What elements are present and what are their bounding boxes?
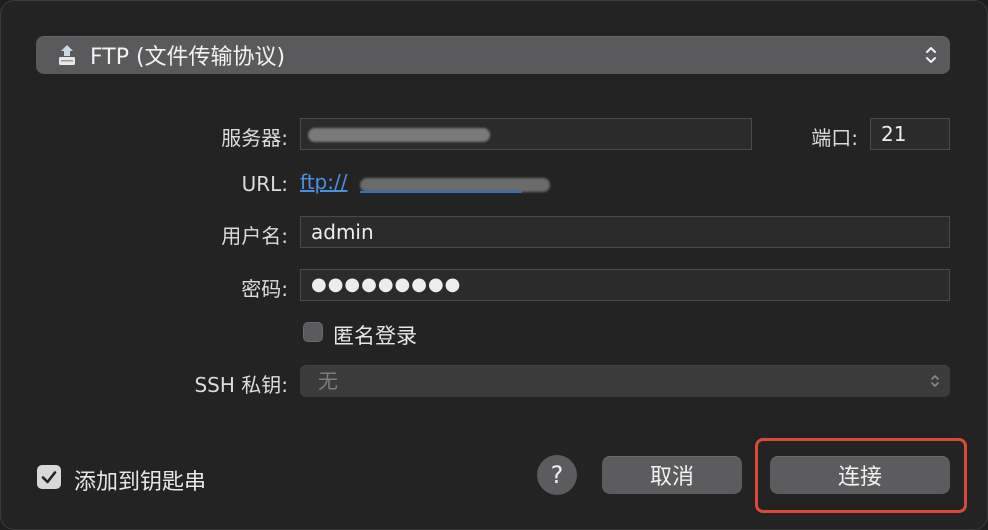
username-label: 用户名: — [221, 224, 288, 248]
server-label: 服务器: — [221, 126, 288, 150]
anonymous-label: 匿名登录 — [333, 324, 417, 348]
port-label: 端口: — [811, 126, 858, 150]
ssh-key-value: 无 — [318, 369, 338, 393]
url-underline — [360, 191, 522, 193]
up-down-chevron-icon — [922, 42, 940, 68]
keychain-checkbox[interactable] — [37, 465, 61, 489]
up-down-chevron-icon — [928, 369, 942, 393]
anonymous-checkbox[interactable] — [303, 322, 323, 342]
protocol-select[interactable]: FTP (文件传输协议) — [36, 36, 950, 74]
ftp-drive-icon — [56, 42, 78, 68]
ssh-key-label: SSH 私钥: — [194, 373, 288, 397]
password-label: 密码: — [241, 277, 288, 301]
help-button[interactable]: ? — [537, 455, 577, 495]
url-link[interactable]: ftp:// — [300, 170, 347, 194]
redacted-url — [360, 178, 550, 192]
connect-highlight-box — [755, 438, 967, 513]
url-label: URL: — [241, 172, 288, 196]
redacted-server — [308, 128, 490, 142]
protocol-label: FTP (文件传输协议) — [90, 45, 286, 70]
cancel-button[interactable]: 取消 — [602, 456, 742, 494]
checkmark-icon — [41, 471, 57, 484]
username-field[interactable]: admin — [300, 216, 950, 248]
port-field[interactable]: 21 — [870, 118, 950, 150]
ssh-key-select[interactable]: 无 — [300, 365, 950, 397]
keychain-label: 添加到钥匙串 — [74, 470, 207, 495]
password-value: ●●●●●●●●● — [311, 274, 462, 295]
password-field[interactable]: ●●●●●●●●● — [300, 269, 950, 301]
port-value: 21 — [881, 122, 907, 146]
connection-dialog: FTP (文件传输协议) 服务器: 端口: 21 URL: ftp:// 用户名… — [0, 0, 988, 530]
username-value: admin — [311, 220, 374, 244]
